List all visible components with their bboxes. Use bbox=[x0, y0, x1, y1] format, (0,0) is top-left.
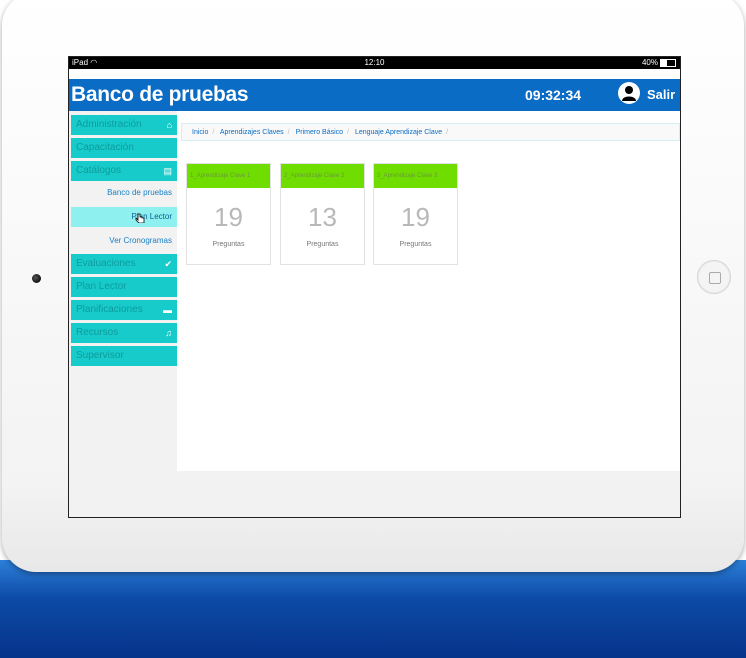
card-title: 1_Aprendizaje Clave 1 bbox=[187, 164, 270, 188]
sidebar: Administración ⌂ Capacitación Catálogos ▤ … bbox=[69, 111, 177, 517]
sidebar-item-catalogos[interactable]: Catálogos ▤ bbox=[71, 161, 177, 181]
document-icon: ▤ bbox=[163, 166, 172, 176]
sidebar-item-capacitacion[interactable]: Capacitación bbox=[71, 138, 177, 158]
card-count: 13 bbox=[308, 202, 337, 232]
aprendizaje-card[interactable]: 1_Aprendizaje Clave 1 19 Preguntas bbox=[186, 163, 271, 265]
submenu-ver-cronogramas[interactable]: Ver Cronogramas bbox=[71, 231, 177, 251]
sidebar-item-label: Planificaciones bbox=[76, 304, 143, 315]
card-label: Preguntas bbox=[306, 241, 339, 248]
submenu-plan-lector[interactable]: Plan Lector bbox=[71, 207, 177, 227]
sidebar-item-planificaciones[interactable]: Planificaciones ▬ bbox=[71, 300, 177, 320]
sidebar-item-label: Plan Lector bbox=[76, 281, 127, 292]
submenu-banco-de-pruebas[interactable]: Banco de pruebas bbox=[71, 183, 177, 203]
main-content: Inicio / Aprendizajes Claves / Primero Bás… bbox=[177, 111, 680, 471]
home-button[interactable] bbox=[697, 260, 731, 294]
sidebar-item-label: Supervisor bbox=[76, 350, 124, 361]
user-avatar-icon[interactable] bbox=[618, 82, 640, 104]
breadcrumb-lenguaje[interactable]: Lenguaje Aprendizaje Clave bbox=[355, 129, 442, 136]
home-square-icon bbox=[709, 272, 721, 284]
sidebar-item-evaluaciones[interactable]: Evaluaciones ✔ bbox=[71, 254, 177, 274]
card-title: 3_Aprendizaje Clave 3 bbox=[374, 164, 457, 188]
card-count: 19 bbox=[401, 202, 430, 232]
card-count: 19 bbox=[214, 202, 243, 232]
check-icon: ✔ bbox=[164, 259, 172, 269]
status-time: 12:10 bbox=[364, 58, 385, 67]
sidebar-item-label: Administración bbox=[76, 119, 142, 130]
sidebar-item-label: Catálogos bbox=[76, 165, 122, 176]
sidebar-item-label: Recursos bbox=[76, 327, 119, 338]
card-label: Preguntas bbox=[212, 241, 245, 248]
sidebar-item-recursos[interactable]: Recursos ♫ bbox=[71, 323, 177, 343]
sidebar-item-supervisor[interactable]: Supervisor bbox=[71, 346, 177, 366]
app-header: Banco de pruebas 09:32:34 Salir bbox=[69, 79, 680, 111]
sidebar-item-label: Evaluaciones bbox=[76, 258, 136, 269]
aprendizaje-card[interactable]: 3_Aprendizaje Clave 3 19 Preguntas bbox=[373, 163, 458, 265]
background-reflection bbox=[0, 560, 746, 658]
camera-icon bbox=[32, 274, 41, 283]
page-title: Banco de pruebas bbox=[71, 83, 249, 106]
screen: iPad ◠ 12:10 40% Banco de pruebas 09:32:… bbox=[68, 56, 681, 518]
breadcrumb-aprendizajes[interactable]: Aprendizajes Claves bbox=[220, 129, 284, 136]
battery-status: 40% bbox=[642, 57, 676, 69]
breadcrumb-primero-basico[interactable]: Primero Básico bbox=[296, 129, 343, 136]
hand-cursor-icon bbox=[135, 211, 145, 231]
card-label: Preguntas bbox=[399, 241, 432, 248]
header-clock: 09:32:34 bbox=[525, 87, 582, 103]
breadcrumb-inicio[interactable]: Inicio bbox=[192, 129, 208, 136]
content-footer-area bbox=[177, 471, 680, 517]
aprendizaje-card[interactable]: 2_Aprendizaje Clave 2 13 Preguntas bbox=[280, 163, 365, 265]
folder-icon: ▬ bbox=[163, 305, 172, 315]
ios-status-bar: iPad ◠ 12:10 40% bbox=[69, 57, 680, 69]
sidebar-item-administracion[interactable]: Administración ⌂ bbox=[71, 115, 177, 135]
breadcrumb: Inicio / Aprendizajes Claves / Primero Bás… bbox=[181, 123, 680, 141]
sidebar-item-label: Capacitación bbox=[76, 142, 134, 153]
sidebar-item-plan-lector[interactable]: Plan Lector bbox=[71, 277, 177, 297]
logout-link[interactable]: Salir bbox=[647, 87, 675, 102]
music-icon: ♫ bbox=[165, 328, 172, 338]
card-title: 2_Aprendizaje Clave 2 bbox=[281, 164, 364, 188]
home-icon: ⌂ bbox=[166, 120, 172, 130]
battery-icon bbox=[660, 58, 676, 67]
